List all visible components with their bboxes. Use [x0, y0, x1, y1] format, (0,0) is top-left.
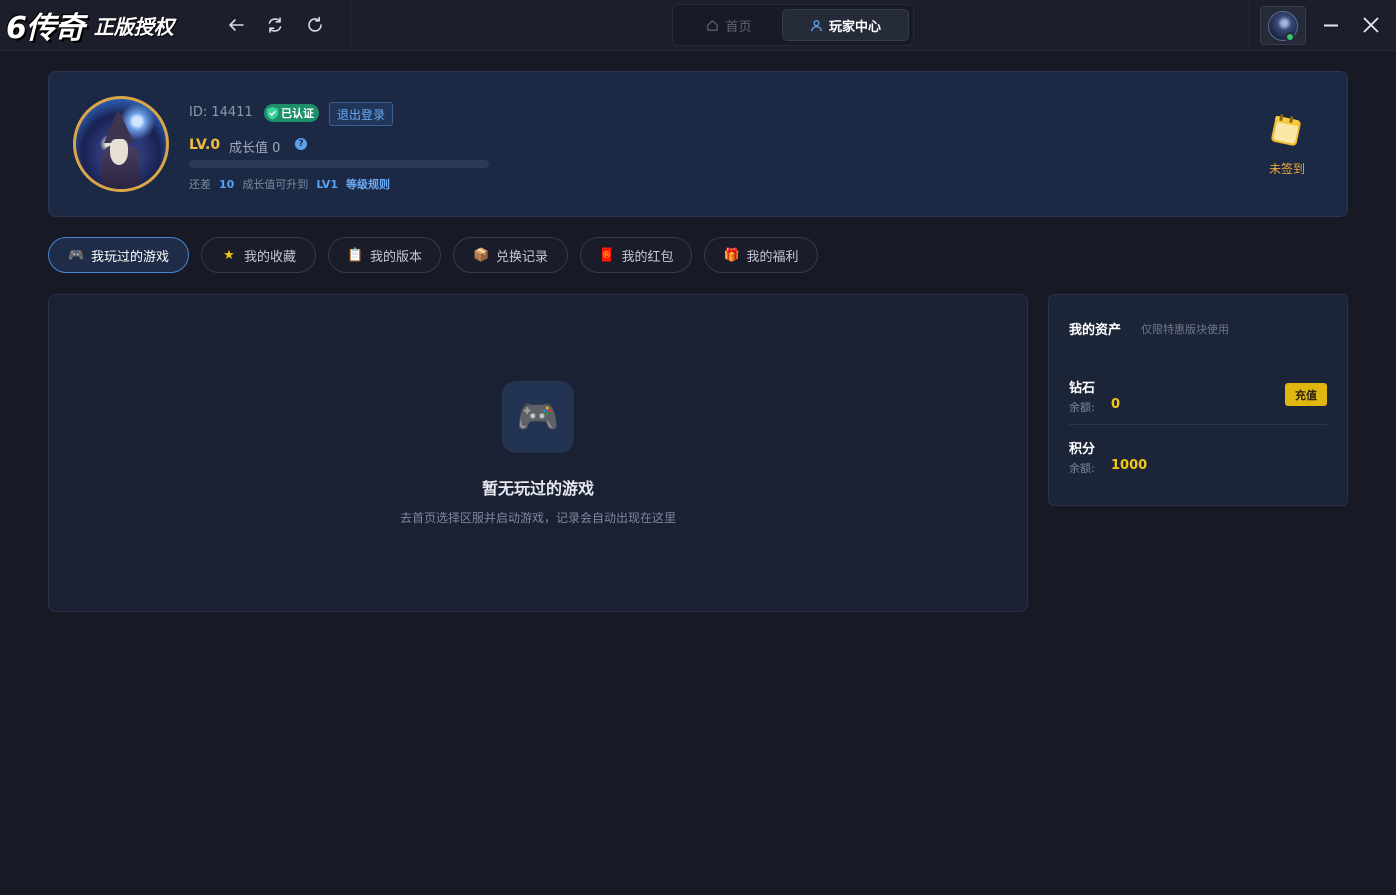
verified-badge: 已认证: [264, 104, 319, 122]
tab-red-envelopes[interactable]: 🧧 我的红包: [580, 237, 692, 273]
refresh-button[interactable]: [303, 13, 327, 37]
tab-played-games-label: 我玩过的游戏: [90, 249, 169, 265]
right-divider: [1249, 0, 1250, 51]
gamepad-icon: 🎮: [67, 247, 85, 263]
hint-middle: 成长值可升到: [242, 178, 309, 191]
red-envelope-icon: 🧧: [598, 247, 615, 263]
tab-redeem-records[interactable]: 📦 兑换记录: [453, 237, 568, 273]
level-hint: 还差 10 成长值可升到 LV1 等级规则: [189, 176, 390, 192]
empty-state-icon: 🎮: [502, 381, 574, 453]
daily-signin-button[interactable]: 未签到: [1259, 112, 1315, 177]
diamond-balance: 0: [1111, 397, 1121, 412]
online-status-dot: [1285, 32, 1295, 42]
sync-icon: [268, 17, 282, 33]
clipboard-icon: 📋: [346, 247, 364, 263]
diamond-label: 钻石: [1069, 381, 1096, 396]
home-icon: [707, 19, 719, 31]
user-icon: [811, 19, 822, 31]
arrow-left-icon: [229, 19, 244, 31]
gamepad-icon: 🎮: [516, 397, 560, 437]
tab-benefits[interactable]: 🎁 我的福利: [704, 237, 818, 273]
recharge-button[interactable]: 充值: [1285, 383, 1327, 406]
hint-prefix: 还差: [189, 178, 211, 191]
my-assets-panel: 我的资产 仅限特惠版块使用 钻石 余额: 0 充值 积分 余额: 1000: [1048, 294, 1348, 506]
points-balance-label: 余额:: [1069, 462, 1095, 475]
user-id: ID: 14411: [189, 105, 253, 120]
assets-title: 我的资产: [1069, 323, 1122, 338]
assets-divider: [1069, 424, 1327, 425]
tab-benefits-label: 我的福利: [746, 249, 799, 265]
level-rules-link[interactable]: 等级规则: [346, 176, 390, 192]
close-button[interactable]: [1359, 13, 1383, 37]
tab-home[interactable]: 首页: [677, 9, 781, 41]
points-balance: 1000: [1111, 458, 1148, 473]
main-tabs: 首页 玩家中心: [672, 4, 914, 46]
hint-next-level: LV1: [316, 178, 338, 191]
nav-divider: [350, 0, 351, 51]
refresh-icon: [308, 16, 322, 32]
user-level: LV.0: [189, 137, 221, 153]
played-games-panel: 🎮 暂无玩过的游戏 去首页选择区服并启动游戏，记录会自动出现在这里: [48, 294, 1028, 612]
tab-player-center-label: 玩家中心: [828, 19, 881, 35]
tab-favorites[interactable]: ★ 我的收藏: [201, 237, 316, 273]
package-icon: 📦: [472, 247, 490, 263]
tab-played-games[interactable]: 🎮 我玩过的游戏: [48, 237, 189, 273]
points-label: 积分: [1069, 442, 1096, 457]
hint-amount: 10: [219, 178, 235, 191]
growth-progress-bar: [189, 160, 489, 168]
diamond-balance-label: 余额:: [1069, 401, 1095, 414]
tab-red-envelopes-label: 我的红包: [621, 249, 674, 265]
empty-state-title: 暂无玩过的游戏: [481, 479, 594, 498]
help-icon[interactable]: ?: [295, 138, 307, 150]
close-icon: [1363, 17, 1379, 33]
sync-button[interactable]: [263, 13, 287, 37]
tab-home-label: 首页: [725, 19, 752, 35]
title-bar: 6传奇 正版授权 首页 玩家中心: [0, 0, 1396, 51]
profile-avatar: [73, 96, 169, 192]
profile-card: ID: 14411 已认证 退出登录 LV.0 成长值 0 ? 还差 10 成长…: [48, 71, 1348, 217]
assets-note: 仅限特惠版块使用: [1141, 323, 1229, 336]
star-icon: ★: [223, 247, 235, 263]
tab-my-versions-label: 我的版本: [369, 249, 422, 265]
shield-check-icon: [267, 107, 278, 120]
tab-my-versions[interactable]: 📋 我的版本: [328, 237, 441, 273]
minimize-icon: [1324, 24, 1338, 27]
minimize-button[interactable]: [1319, 13, 1343, 37]
logo-main-text: 6传奇: [6, 11, 85, 46]
tab-redeem-records-label: 兑换记录: [495, 249, 548, 265]
growth-value: 成长值 0: [229, 141, 281, 156]
verified-label: 已认证: [281, 107, 314, 120]
logo-sub-text: 正版授权: [93, 14, 174, 39]
app-logo: 6传奇 正版授权: [6, 2, 174, 48]
calendar-icon: [1271, 114, 1301, 146]
user-avatar-button[interactable]: [1260, 6, 1306, 45]
back-button[interactable]: [224, 13, 248, 37]
signin-label: 未签到: [1268, 162, 1305, 176]
logout-button[interactable]: 退出登录: [329, 102, 394, 126]
empty-state-subtitle: 去首页选择区服并启动游戏，记录会自动出现在这里: [399, 511, 676, 525]
tab-favorites-label: 我的收藏: [243, 249, 296, 265]
tab-player-center[interactable]: 玩家中心: [782, 9, 909, 41]
gift-icon: 🎁: [723, 247, 740, 263]
